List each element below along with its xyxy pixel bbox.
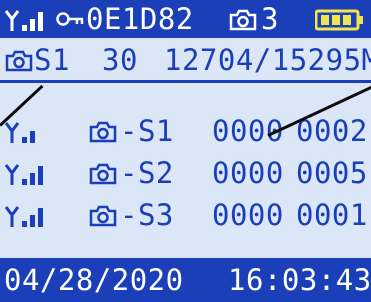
channel-count-b: 0005 <box>296 156 368 190</box>
channel-count-b: 0001 <box>296 198 368 232</box>
storage-usage: 12704/15295M <box>164 43 371 77</box>
camera-icon <box>89 121 117 143</box>
battery-icon <box>315 9 363 31</box>
signal-bars-icon <box>4 122 35 143</box>
channel-label: -S3 <box>120 198 174 232</box>
camera-icon <box>229 9 257 31</box>
channel-row: -S1 0000 0002 <box>0 110 371 152</box>
channel-count-b: 0002 <box>296 114 368 148</box>
device-id: 0E1D82 <box>86 2 194 36</box>
lcd-screen: 0E1D82 3 S1 30 12704/15295M -S1 0000 000… <box>0 0 371 302</box>
channel-row: -S3 0000 0001 <box>0 194 371 236</box>
time-display: 16:03:43 <box>228 263 371 297</box>
channel-list: -S1 0000 0002 -S2 0000 0005 -S3 0000 000… <box>0 110 371 236</box>
signal-bars-icon <box>4 10 43 31</box>
camera-count: 3 <box>261 2 279 36</box>
channel-label: -S2 <box>120 156 174 190</box>
channel-count-a: 0000 <box>212 198 284 232</box>
channel-count-a: 0000 <box>212 156 284 190</box>
camera-icon <box>89 205 117 227</box>
date-display: 04/28/2020 <box>4 263 184 297</box>
summary-value: 30 <box>102 43 138 77</box>
camera-icon <box>89 163 117 185</box>
camera-label: S1 <box>34 43 70 77</box>
channel-label: -S1 <box>120 114 174 148</box>
status-bar: 0E1D82 3 <box>0 0 371 38</box>
summary-row: S1 30 12704/15295M <box>0 40 371 83</box>
channel-row: -S2 0000 0005 <box>0 152 371 194</box>
signal-bars-icon <box>4 206 43 227</box>
key-icon <box>56 12 84 26</box>
camera-icon <box>5 50 33 72</box>
signal-bars-icon <box>4 164 43 185</box>
datetime-bar: 04/28/2020 16:03:43 <box>0 258 371 302</box>
